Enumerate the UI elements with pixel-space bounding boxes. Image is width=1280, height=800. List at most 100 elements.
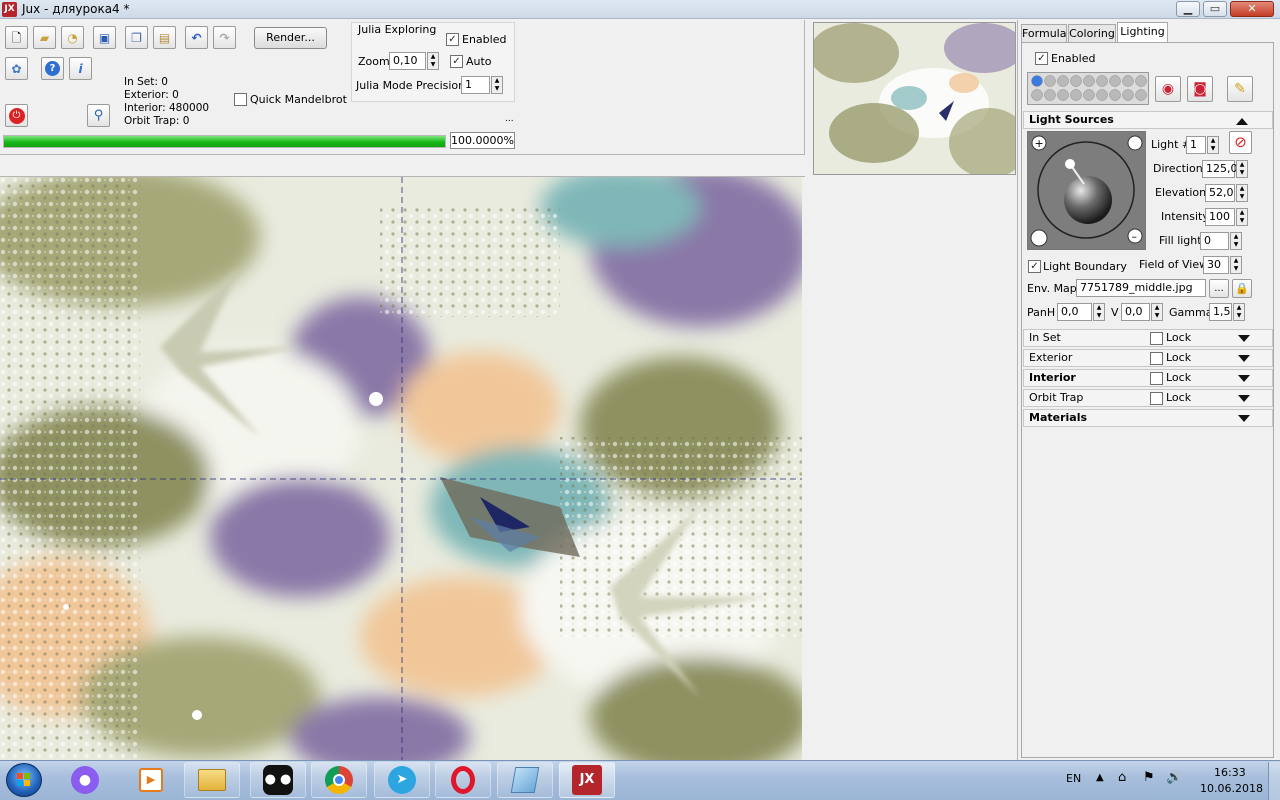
redo-button[interactable]: ↷ bbox=[213, 26, 236, 49]
maximize-button[interactable]: ▭ bbox=[1203, 1, 1227, 17]
tab-coloring[interactable]: Coloring bbox=[1068, 24, 1116, 43]
title-bar[interactable]: JX Jux - дляурока4 * ▁ ▭ ✕ bbox=[0, 0, 1280, 19]
panh-spinner[interactable]: ▲ ▼ bbox=[1093, 303, 1105, 321]
help-button[interactable]: ? bbox=[41, 57, 64, 80]
stat-interior: Interior: 480000 bbox=[124, 102, 210, 114]
minimize-button[interactable]: ▁ bbox=[1176, 1, 1200, 17]
show-desktop-button[interactable] bbox=[1268, 762, 1280, 800]
elevation-spinner[interactable]: ▲ ▼ bbox=[1236, 184, 1248, 202]
light-sources-header[interactable]: Light Sources bbox=[1023, 111, 1273, 129]
language-indicator[interactable]: EN bbox=[1066, 772, 1081, 785]
section-interior[interactable]: Interior Lock bbox=[1023, 369, 1273, 387]
taskbar-eyes-app[interactable]: ● ● bbox=[250, 762, 306, 798]
julia-more-button[interactable]: ... bbox=[505, 112, 514, 126]
network-icon[interactable]: ⌂ bbox=[1118, 770, 1126, 785]
julia-precision-spinner[interactable]: ▲ ▼ bbox=[491, 76, 503, 94]
section-exterior-lock-checkbox[interactable] bbox=[1150, 352, 1163, 365]
env-map-lock-button[interactable]: 🔒 bbox=[1232, 279, 1252, 298]
taskbar-voice-recorder[interactable]: ● bbox=[58, 762, 112, 798]
direction-field[interactable]: 125,0 bbox=[1202, 160, 1238, 178]
light-direction-widget[interactable]: + – bbox=[1027, 131, 1146, 250]
taskbar-file-explorer[interactable] bbox=[184, 762, 240, 798]
render-button[interactable]: Render... bbox=[254, 27, 327, 49]
panh-field[interactable]: 0,0 bbox=[1057, 303, 1092, 321]
paste-button[interactable]: ▤ bbox=[153, 26, 176, 49]
thumbnail-preview[interactable] bbox=[813, 22, 1016, 175]
taskbar-notepad[interactable] bbox=[497, 762, 553, 798]
light-clear-button[interactable]: ✎ bbox=[1227, 76, 1253, 102]
close-button[interactable]: ✕ bbox=[1230, 1, 1274, 17]
direction-spinner[interactable]: ▲ ▼ bbox=[1236, 160, 1248, 178]
expand-icon[interactable] bbox=[1238, 415, 1250, 422]
light-boundary-checkbox[interactable]: ✓ bbox=[1028, 260, 1041, 273]
progress-fill bbox=[4, 136, 445, 147]
tab-lighting[interactable]: Lighting bbox=[1117, 22, 1168, 43]
quick-mandelbrot-checkbox[interactable] bbox=[234, 93, 247, 106]
field-of-view-spinner[interactable]: ▲ ▼ bbox=[1230, 256, 1242, 274]
volume-icon[interactable]: 🔊 bbox=[1166, 770, 1182, 785]
light-number-field[interactable]: 1 bbox=[1186, 136, 1206, 154]
field-of-view-field[interactable]: 30 bbox=[1203, 256, 1229, 274]
zoom-tool-button[interactable]: ⚲ bbox=[87, 104, 110, 127]
fill-light-field[interactable]: 0 bbox=[1200, 232, 1229, 250]
zoom-field[interactable]: 0,10 bbox=[389, 52, 426, 70]
intensity-label: Intensity bbox=[1161, 210, 1209, 223]
section-orbit-trap[interactable]: Orbit Trap Lock bbox=[1023, 389, 1273, 407]
light-camera-button[interactable]: ◙ bbox=[1187, 76, 1213, 102]
intensity-spinner[interactable]: ▲ ▼ bbox=[1236, 208, 1248, 226]
light-sphere: + – bbox=[1030, 135, 1143, 247]
taskbar-jux[interactable]: JX bbox=[559, 762, 615, 798]
new-file-button[interactable]: 🗋 bbox=[5, 26, 28, 49]
clock-time[interactable]: 16:33 bbox=[1214, 766, 1246, 779]
v-field[interactable]: 0,0 bbox=[1121, 303, 1150, 321]
gamma-field[interactable]: 1,5 bbox=[1209, 303, 1232, 321]
lighting-enabled-checkbox[interactable]: ✓ bbox=[1035, 52, 1048, 65]
info-button[interactable]: i bbox=[69, 57, 92, 80]
action-center-icon[interactable]: ⚑ bbox=[1143, 770, 1155, 785]
undo-button[interactable]: ↶ bbox=[185, 26, 208, 49]
expand-icon[interactable] bbox=[1238, 395, 1250, 402]
taskbar-chrome[interactable] bbox=[311, 762, 367, 798]
fill-light-spinner[interactable]: ▲ ▼ bbox=[1230, 232, 1242, 250]
taskbar-telegram[interactable]: ➤ bbox=[374, 762, 430, 798]
show-hidden-icons-icon[interactable]: ▲ bbox=[1096, 772, 1104, 783]
fractal-canvas[interactable] bbox=[0, 177, 802, 760]
env-map-label: Env. Map bbox=[1027, 282, 1077, 295]
section-in-set-label: In Set bbox=[1029, 331, 1061, 344]
zoom-spinner[interactable]: ▲ ▼ bbox=[427, 52, 439, 70]
open-file-button[interactable]: ▰ bbox=[33, 26, 56, 49]
save-button[interactable]: ▣ bbox=[93, 26, 116, 49]
light-number-spinner[interactable]: ▲ ▼ bbox=[1207, 136, 1219, 154]
v-spinner[interactable]: ▲ ▼ bbox=[1151, 303, 1163, 321]
taskbar-opera[interactable] bbox=[435, 762, 491, 798]
delete-light-button[interactable]: ⊘ bbox=[1229, 131, 1252, 154]
auto-checkbox[interactable]: ✓ bbox=[450, 55, 463, 68]
expand-icon[interactable] bbox=[1238, 335, 1250, 342]
tab-formula[interactable]: Formula bbox=[1021, 24, 1067, 43]
expand-icon[interactable] bbox=[1238, 375, 1250, 382]
section-in-set[interactable]: In Set Lock bbox=[1023, 329, 1273, 347]
gamma-spinner[interactable]: ▲ ▼ bbox=[1233, 303, 1245, 321]
light-preset-grid[interactable] bbox=[1027, 72, 1149, 105]
expand-icon[interactable] bbox=[1238, 355, 1250, 362]
settings-button[interactable]: ✿ bbox=[5, 57, 28, 80]
julia-precision-field[interactable]: 1 bbox=[461, 76, 490, 94]
stop-button[interactable]: ⏻ bbox=[5, 104, 28, 127]
recent-files-button[interactable]: ◔ bbox=[61, 26, 84, 49]
section-materials[interactable]: Materials bbox=[1023, 409, 1273, 427]
section-exterior[interactable]: Exterior Lock bbox=[1023, 349, 1273, 367]
julia-enabled-checkbox[interactable]: ✓ bbox=[446, 33, 459, 46]
clock-date[interactable]: 10.06.2018 bbox=[1200, 782, 1263, 795]
env-map-field[interactable]: 7751789_middle.jpg bbox=[1076, 279, 1206, 297]
julia-exploring-title: Julia Exploring bbox=[358, 23, 437, 36]
elevation-field[interactable]: 52,0 bbox=[1205, 184, 1235, 202]
section-orbit-trap-lock-checkbox[interactable] bbox=[1150, 392, 1163, 405]
copy-button[interactable]: ❐ bbox=[125, 26, 148, 49]
section-interior-lock-checkbox[interactable] bbox=[1150, 372, 1163, 385]
start-button[interactable] bbox=[6, 763, 42, 797]
env-map-browse-button[interactable]: ... bbox=[1209, 279, 1229, 298]
section-in-set-lock-checkbox[interactable] bbox=[1150, 332, 1163, 345]
light-view-button[interactable]: ◉ bbox=[1155, 76, 1181, 102]
taskbar-media-player[interactable]: ▶ bbox=[124, 762, 178, 798]
intensity-field[interactable]: 100 bbox=[1205, 208, 1235, 226]
